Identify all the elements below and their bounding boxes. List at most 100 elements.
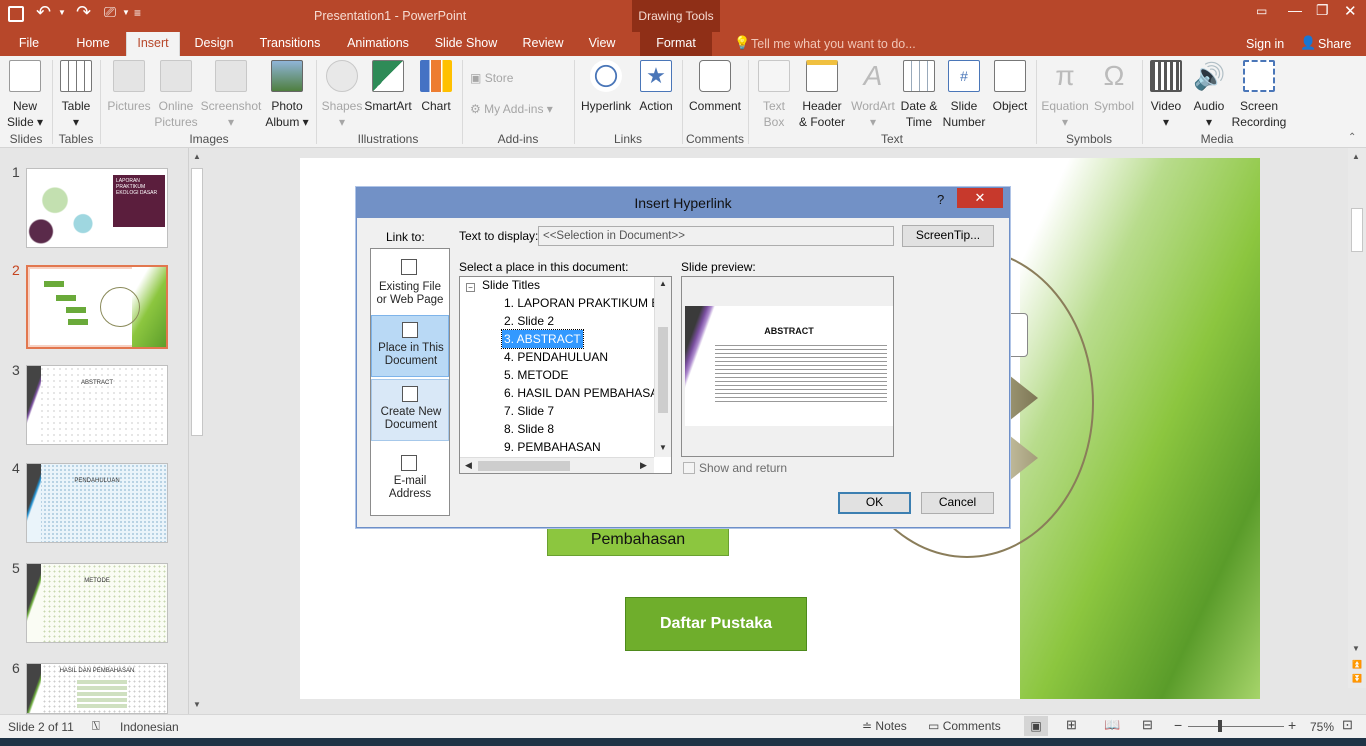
thumb-scroll-thumb[interactable]	[191, 168, 203, 436]
pictures-button[interactable]: Pictures	[106, 60, 152, 114]
sign-in-link[interactable]: Sign in	[1246, 37, 1284, 51]
dialog-close-button[interactable]: ✕	[957, 188, 1003, 208]
tab-format[interactable]: Format	[640, 32, 712, 56]
screentip-button[interactable]: ScreenTip...	[902, 225, 994, 247]
hyperlink-button[interactable]: Hyperlink	[580, 60, 632, 114]
wordart-button[interactable]: A WordArt ▾	[848, 60, 898, 130]
editor-scroll-down-icon[interactable]: ▼	[1352, 644, 1360, 653]
online-pictures-button[interactable]: Online Pictures	[154, 60, 198, 130]
restore-icon[interactable]: ❐	[1316, 2, 1329, 19]
slide-sorter-icon[interactable]: ⊞	[1066, 717, 1077, 733]
action-button[interactable]: ★ Action	[636, 60, 676, 114]
video-button[interactable]: Video ▾	[1146, 60, 1186, 130]
show-return-checkbox[interactable]	[683, 462, 695, 474]
store-button[interactable]: ▣ Store	[470, 71, 513, 85]
table-button[interactable]: Table ▾	[58, 60, 94, 130]
minimize-icon[interactable]: —	[1288, 2, 1302, 18]
tree-item-slide-4[interactable]: 4. PENDAHULUAN	[504, 348, 608, 366]
tree-item-slide-2[interactable]: 2. Slide 2	[504, 312, 554, 330]
tree-hscroll[interactable]: ◀ ▶	[460, 457, 654, 473]
tree-scroll-left-icon[interactable]: ◀	[465, 460, 472, 471]
qat-more-icon[interactable]: ≡	[134, 6, 141, 20]
ok-button[interactable]: OK	[838, 492, 911, 514]
editor-scroll-thumb[interactable]	[1351, 208, 1363, 252]
collapse-ribbon-icon[interactable]: ⌃	[1348, 132, 1356, 143]
zoom-slider-handle[interactable]	[1218, 720, 1222, 732]
place-in-document-option[interactable]: Place in This Document	[371, 315, 449, 377]
tab-home[interactable]: Home	[64, 32, 122, 56]
pembahasan-box[interactable]: Pembahasan	[547, 524, 729, 556]
photo-album-button[interactable]: Photo Album ▾	[264, 60, 310, 130]
slide-thumbnail-2[interactable]	[26, 265, 168, 349]
prev-slide-icon[interactable]: ⏫	[1352, 660, 1362, 669]
tree-item-slide-9[interactable]: 9. PEMBAHASAN	[504, 438, 601, 456]
tree-hscroll-thumb[interactable]	[478, 461, 570, 471]
tab-review[interactable]: Review	[514, 32, 572, 56]
save-icon[interactable]	[8, 6, 24, 22]
scroll-up-icon[interactable]: ▲	[193, 152, 201, 161]
tab-design[interactable]: Design	[186, 32, 242, 56]
tell-me-box[interactable]: Tell me what you want to do...	[751, 37, 916, 51]
daftar-pustaka-box[interactable]: Daftar Pustaka	[625, 597, 807, 651]
next-slide-icon[interactable]: ⏬	[1352, 674, 1362, 683]
share-button[interactable]: Share	[1318, 37, 1351, 51]
slide-show-icon[interactable]: ⊟	[1142, 717, 1153, 733]
tab-transitions[interactable]: Transitions	[250, 32, 330, 56]
zoom-out-icon[interactable]: −	[1174, 717, 1182, 733]
comments-button[interactable]: ▭ Comments	[928, 719, 1001, 733]
symbol-button[interactable]: Ω Symbol	[1092, 60, 1136, 114]
tree-item-slide-7[interactable]: 7. Slide 7	[504, 402, 554, 420]
normal-view-icon[interactable]: ▣	[1024, 716, 1048, 736]
tree-item-slide-6[interactable]: 6. HASIL DAN PEMBAHASAN	[504, 384, 667, 402]
tree-item-slide-3[interactable]: 3. ABSTRACT	[501, 329, 584, 349]
place-tree[interactable]: − Slide Titles 1. LAPORAN PRAKTIKUM EK 2…	[459, 276, 672, 474]
undo-icon[interactable]: ↶	[36, 2, 51, 23]
thumb-scrollbar[interactable]: ▲ ▼	[188, 148, 205, 714]
customize-qat-icon[interactable]: ▼	[122, 8, 130, 17]
tree-item-slide-1[interactable]: 1. LAPORAN PRAKTIKUM EK	[504, 294, 667, 312]
shapes-button[interactable]: Shapes ▾	[320, 60, 364, 130]
tree-vscroll[interactable]: ▲ ▼	[654, 277, 671, 457]
tab-view[interactable]: View	[580, 32, 624, 56]
header-footer-button[interactable]: Header & Footer	[796, 60, 848, 130]
slide-thumbnail-5[interactable]: METODE	[26, 563, 168, 643]
tab-animations[interactable]: Animations	[340, 32, 416, 56]
text-box-button[interactable]: Text Box	[756, 60, 792, 130]
comment-button[interactable]: Comment	[688, 60, 742, 114]
slide-thumbnail-6[interactable]: HASIL DAN PEMBAHASAN	[26, 663, 168, 714]
language-status[interactable]: Indonesian	[120, 720, 179, 734]
tree-scroll-right-icon[interactable]: ▶	[640, 460, 647, 471]
slide-thumbnail-3[interactable]: ABSTRACT	[26, 365, 168, 445]
tab-file[interactable]: File	[8, 32, 50, 56]
zoom-level[interactable]: 75%	[1310, 720, 1334, 734]
smartart-button[interactable]: SmartArt	[364, 60, 412, 114]
notes-button[interactable]: ≐ Notes	[862, 719, 907, 733]
zoom-in-icon[interactable]: +	[1288, 717, 1296, 733]
zoom-slider-track[interactable]	[1188, 726, 1284, 727]
tree-item-slide-5[interactable]: 5. METODE	[504, 366, 568, 384]
spellcheck-icon[interactable]: ⍂	[92, 718, 100, 734]
editor-scroll-up-icon[interactable]: ▲	[1352, 152, 1360, 161]
tab-slide-show[interactable]: Slide Show	[428, 32, 504, 56]
undo-dropdown-icon[interactable]: ▼	[58, 8, 66, 17]
tree-scroll-thumb[interactable]	[658, 327, 668, 413]
existing-file-option[interactable]: Existing File or Web Page	[371, 253, 449, 311]
tree-scroll-up-icon[interactable]: ▲	[659, 279, 667, 288]
tree-root-slide-titles[interactable]: Slide Titles	[482, 278, 540, 292]
scroll-down-icon[interactable]: ▼	[193, 700, 201, 709]
editor-scrollbar[interactable]: ▲ ▼ ⏫ ⏬	[1348, 148, 1366, 688]
cancel-button[interactable]: Cancel	[921, 492, 994, 514]
equation-button[interactable]: π Equation ▾	[1040, 60, 1090, 130]
ribbon-display-icon[interactable]: ▭	[1256, 4, 1267, 18]
tree-item-slide-8[interactable]: 8. Slide 8	[504, 420, 554, 438]
help-button[interactable]: ?	[937, 192, 944, 207]
object-button[interactable]: Object	[990, 60, 1030, 114]
audio-button[interactable]: 🔊 Audio ▾	[1190, 60, 1228, 130]
slide-number-button[interactable]: # Slide Number	[940, 60, 988, 130]
slide-thumbnail-4[interactable]: PENDAHULUAN	[26, 463, 168, 543]
fit-to-window-icon[interactable]: ⊡	[1342, 717, 1353, 733]
email-address-option[interactable]: E-mail Address	[371, 449, 449, 507]
reading-view-icon[interactable]: 📖	[1104, 717, 1120, 733]
collapse-toggle-icon[interactable]: −	[466, 283, 475, 292]
date-time-button[interactable]: Date & Time	[898, 60, 940, 130]
